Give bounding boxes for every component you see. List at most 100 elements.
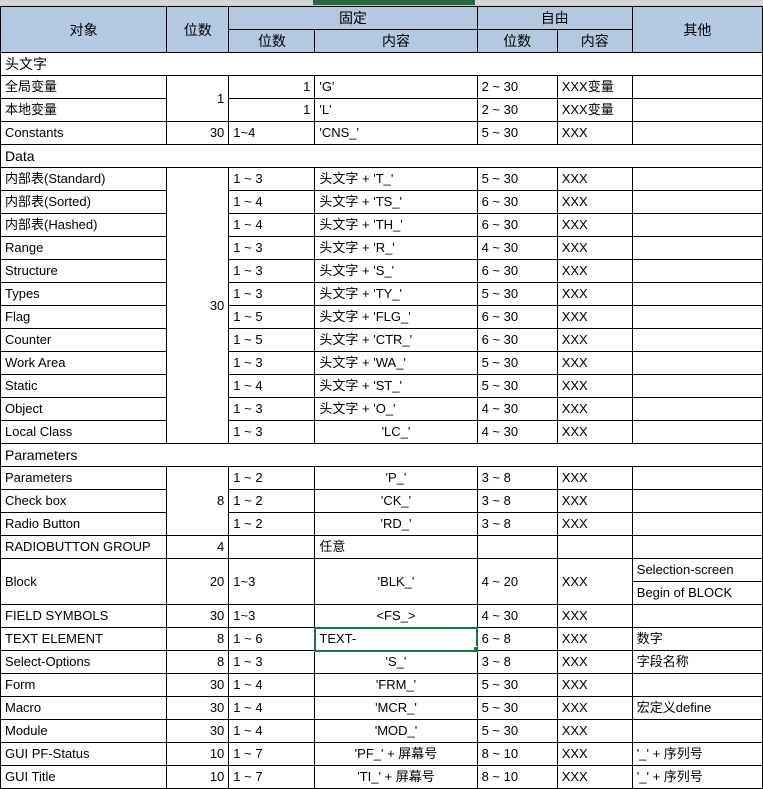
cell-fixed-content[interactable]: 头文字 + 'R_' (314, 236, 478, 260)
cell-fixed-digits[interactable]: 1 ~ 6 (228, 627, 316, 651)
cell-object[interactable]: Parameters (0, 466, 168, 490)
table-row[interactable]: RADIOBUTTON GROUP 4 任意 (0, 535, 763, 559)
cell-free-content[interactable]: XXX变量 (556, 98, 633, 122)
cell-free-content[interactable]: XXX (556, 673, 633, 697)
cell-object[interactable]: Radio Button (0, 512, 168, 536)
cell-free-digits[interactable]: 6 ~ 30 (476, 213, 558, 237)
table-row[interactable]: FIELD SYMBOLS 30 1~3 <FS_> 4 ~ 30 XXX (0, 604, 763, 628)
table-row[interactable]: 内部表(Sorted) 1 ~ 4 头文字 + 'TS_' 6 ~ 30 XXX (0, 190, 763, 214)
table-row[interactable]: Work Area 1 ~ 3 头文字 + 'WA_' 5 ~ 30 XXX (0, 351, 763, 375)
cell-digits-merged[interactable]: 30 (166, 167, 230, 444)
cell-fixed-content[interactable]: 'RD_' (314, 512, 478, 536)
cell-object[interactable]: Constants (0, 121, 168, 145)
cell-fixed-content[interactable]: 头文字 + 'FLG_' (314, 305, 478, 329)
cell-free-content[interactable]: XXX (556, 489, 633, 513)
cell-digits[interactable]: 30 (166, 719, 230, 743)
cell-other[interactable]: 字段名称 (631, 650, 763, 674)
cell-free-digits[interactable]: 6 ~ 30 (476, 328, 558, 352)
cell-other-line-1[interactable]: Selection-screen (631, 558, 763, 582)
cell-fixed-content[interactable]: 头文字 + 'TS_' (314, 190, 478, 214)
cell-other[interactable] (631, 282, 763, 306)
cell-other[interactable] (631, 236, 763, 260)
cell-other[interactable] (631, 420, 763, 444)
cell-free-digits[interactable]: 5 ~ 30 (476, 351, 558, 375)
cell-free-content[interactable]: XXX (556, 719, 633, 743)
cell-object[interactable]: Form (0, 673, 168, 697)
cell-fixed-digits[interactable]: 1 ~ 5 (228, 305, 316, 329)
cell-fixed-digits[interactable]: 1 ~ 4 (228, 673, 316, 697)
cell-fixed-digits[interactable]: 1~3 (228, 558, 316, 605)
cell-free-digits[interactable]: 5 ~ 30 (476, 696, 558, 720)
cell-other[interactable] (631, 190, 763, 214)
table-row[interactable]: 内部表(Hashed) 1 ~ 4 头文字 + 'TH_' 6 ~ 30 XXX (0, 213, 763, 237)
cell-free-content[interactable]: XXX (556, 466, 633, 490)
cell-free-digits[interactable]: 4 ~ 30 (476, 420, 558, 444)
cell-free-content[interactable]: XXX (556, 328, 633, 352)
cell-object[interactable]: Check box (0, 489, 168, 513)
cell-other[interactable]: '_' + 序列号 (631, 742, 763, 766)
table-row[interactable]: Static 1 ~ 4 头文字 + 'ST_' 5 ~ 30 XXX (0, 374, 763, 398)
cell-fixed-digits[interactable]: 1 ~ 7 (228, 765, 316, 789)
cell-free-content[interactable]: XXX (556, 213, 633, 237)
cell-other[interactable] (631, 98, 763, 122)
cell-free-content[interactable]: XXX (556, 305, 633, 329)
cell-free-digits[interactable]: 5 ~ 30 (476, 673, 558, 697)
cell-fixed-digits[interactable] (228, 535, 316, 559)
cell-fixed-content[interactable]: 头文字 + 'WA_' (314, 351, 478, 375)
cell-free-digits[interactable]: 5 ~ 30 (476, 121, 558, 145)
cell-fixed-content[interactable]: 头文字 + 'O_' (314, 397, 478, 421)
cell-fixed-content[interactable]: 'G' (314, 75, 478, 99)
cell-free-digits[interactable]: 4 ~ 30 (476, 604, 558, 628)
cell-digits[interactable]: 30 (166, 673, 230, 697)
cell-fixed-digits[interactable]: 1 ~ 4 (228, 696, 316, 720)
cell-digits[interactable]: 10 (166, 742, 230, 766)
cell-free-digits[interactable]: 6 ~ 30 (476, 190, 558, 214)
cell-other[interactable]: 宏定义define (631, 696, 763, 720)
cell-free-digits[interactable]: 3 ~ 8 (476, 512, 558, 536)
cell-fixed-digits[interactable]: 1 ~ 3 (228, 282, 316, 306)
cell-free-content[interactable]: XXX (556, 650, 633, 674)
table-row[interactable]: Structure 1 ~ 3 头文字 + 'S_' 6 ~ 30 XXX (0, 259, 763, 283)
cell-fixed-content[interactable]: 'PF_' + 屏幕号 (314, 742, 478, 766)
table-row[interactable]: Flag 1 ~ 5 头文字 + 'FLG_' 6 ~ 30 XXX (0, 305, 763, 329)
cell-digits[interactable]: 30 (166, 696, 230, 720)
cell-digits[interactable]: 4 (166, 535, 230, 559)
cell-free-content[interactable]: XXX (556, 742, 633, 766)
cell-object[interactable]: Work Area (0, 351, 168, 375)
cell-fixed-digits[interactable]: 1 ~ 5 (228, 328, 316, 352)
cell-digits-merged[interactable]: 1 (166, 75, 230, 122)
table-row[interactable]: Object 1 ~ 3 头文字 + 'O_' 4 ~ 30 XXX (0, 397, 763, 421)
cell-fixed-content[interactable]: 头文字 + 'TH_' (314, 213, 478, 237)
cell-object[interactable]: Local Class (0, 420, 168, 444)
cell-free-digits[interactable]: 2 ~ 30 (476, 98, 558, 122)
cell-free-digits[interactable]: 6 ~ 8 (476, 627, 558, 651)
cell-other[interactable]: 数字 (631, 627, 763, 651)
table-row[interactable]: 本地变量 1 'L' 2 ~ 30 XXX变量 (0, 98, 763, 122)
cell-other[interactable] (631, 374, 763, 398)
cell-fixed-digits[interactable]: 1 (228, 98, 316, 122)
cell-other-line-2[interactable]: Begin of BLOCK (631, 581, 763, 605)
cell-fixed-content[interactable]: <FS_> (314, 604, 478, 628)
cell-object[interactable]: 内部表(Sorted) (0, 190, 168, 214)
cell-free-digits[interactable]: 8 ~ 10 (476, 742, 558, 766)
cell-other[interactable] (631, 259, 763, 283)
table-row[interactable]: Local Class 1 ~ 3 'LC_' 4 ~ 30 XXX (0, 420, 763, 444)
cell-object[interactable]: Object (0, 397, 168, 421)
cell-digits[interactable]: 30 (166, 121, 230, 145)
cell-fixed-digits[interactable]: 1 ~ 7 (228, 742, 316, 766)
cell-fixed-content[interactable]: 'LC_' (314, 420, 478, 444)
cell-free-digits[interactable] (476, 535, 558, 559)
cell-free-content[interactable]: XXX变量 (556, 75, 633, 99)
cell-fixed-digits[interactable]: 1 ~ 3 (228, 397, 316, 421)
cell-fixed-content[interactable]: 'MOD_' (314, 719, 478, 743)
cell-free-digits[interactable]: 6 ~ 30 (476, 259, 558, 283)
cell-free-content[interactable]: XXX (556, 558, 633, 605)
cell-free-content[interactable]: XXX (556, 351, 633, 375)
cell-fixed-content[interactable]: 'BLK_' (314, 558, 478, 605)
cell-fixed-content[interactable]: 'CNS_' (314, 121, 478, 145)
cell-object[interactable]: Flag (0, 305, 168, 329)
cell-other[interactable]: '_' + 序列号 (631, 765, 763, 789)
cell-free-content[interactable]: XXX (556, 259, 633, 283)
table-row[interactable]: Check box 1 ~ 2 'CK_' 3 ~ 8 XXX (0, 489, 763, 513)
active-cell-fixed-content[interactable]: TEXT- (313, 626, 479, 652)
